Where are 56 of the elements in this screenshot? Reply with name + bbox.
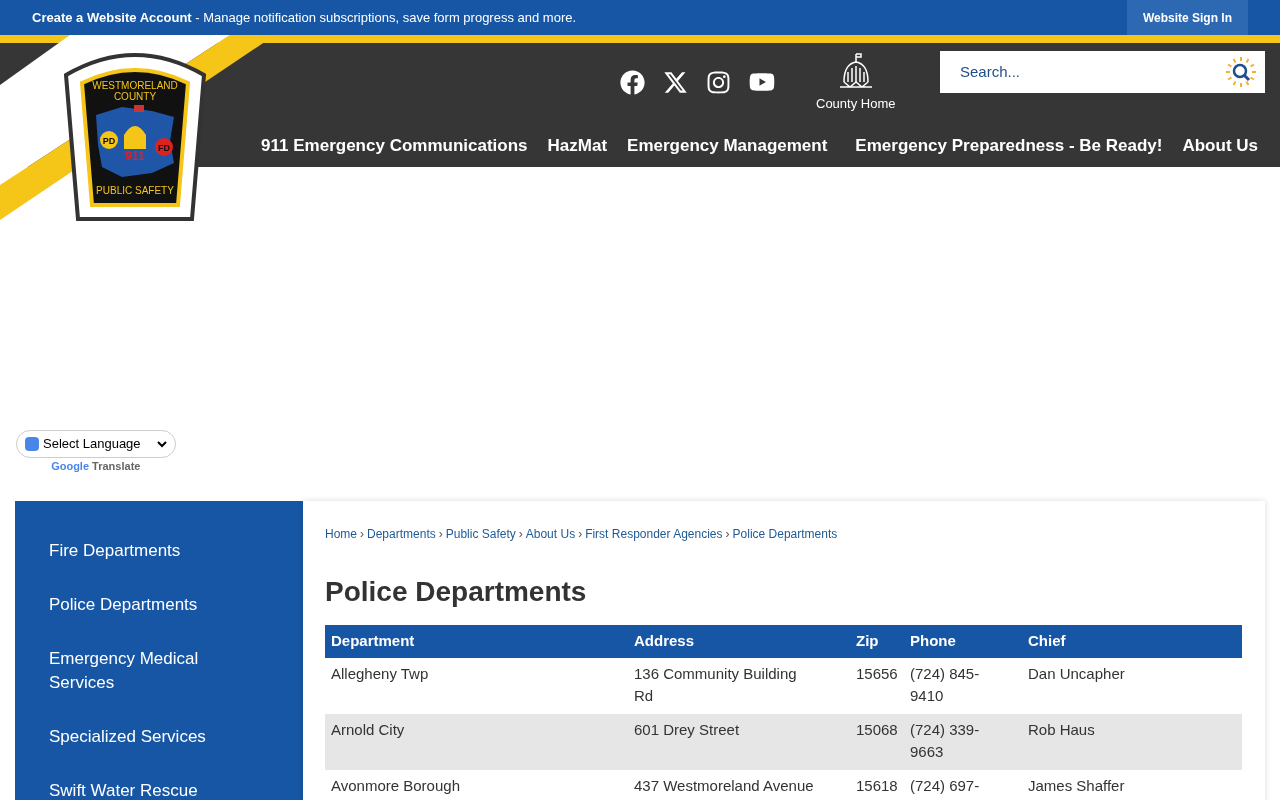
table-cell-text: 15618 bbox=[855, 776, 899, 796]
breadcrumb-link[interactable]: Home bbox=[325, 525, 357, 543]
sidebar-item[interactable]: Emergency Medical Services bbox=[49, 647, 249, 695]
nav-link[interactable]: Emergency Management bbox=[627, 133, 828, 159]
facebook-icon[interactable] bbox=[620, 69, 645, 95]
breadcrumb-link[interactable]: Departments bbox=[367, 525, 436, 543]
breadcrumb-separator: › bbox=[360, 526, 364, 543]
breadcrumb-link[interactable]: Public Safety bbox=[445, 525, 516, 543]
nav-link[interactable]: 911 Emergency Communications bbox=[261, 133, 528, 159]
search-field[interactable]: Search... bbox=[960, 60, 1225, 84]
sidebar-item[interactable]: Swift Water Rescue bbox=[49, 779, 249, 800]
table-cell-text: (724) 845- 9410 bbox=[909, 664, 981, 706]
table-cell-text: Arnold City bbox=[330, 720, 406, 740]
breadcrumb-separator: › bbox=[725, 526, 730, 543]
page-title: Police Departments bbox=[325, 575, 588, 609]
language-select[interactable]: Select Language bbox=[16, 430, 176, 458]
breadcrumb-separator: › bbox=[578, 526, 583, 543]
column-header: Address bbox=[633, 631, 696, 652]
account-message[interactable]: Create a Website Account - Manage notification subscriptions, save form progress and more. bbox=[32, 7, 577, 28]
table-cell-text: Dan Uncapher bbox=[1027, 664, 1126, 684]
capitol-dome-icon[interactable] bbox=[837, 52, 874, 90]
sidebar-item[interactable]: Fire Departments bbox=[49, 539, 249, 563]
table-cell-text: 437 Westmoreland Avenue bbox=[633, 776, 815, 796]
x-icon[interactable] bbox=[663, 69, 688, 95]
column-header: Chief bbox=[1027, 631, 1067, 652]
powered-by-text: Google Translate bbox=[51, 459, 141, 474]
table-cell-text: (724) 339- 9663 bbox=[909, 720, 981, 762]
column-header: Phone bbox=[909, 631, 957, 652]
sidebar-item[interactable]: Specialized Services bbox=[49, 725, 249, 749]
county-home-link[interactable]: County Home bbox=[816, 94, 896, 114]
sidebar-item[interactable]: Police Departments bbox=[49, 593, 249, 617]
nav-link[interactable]: About Us bbox=[1182, 133, 1258, 159]
nav-link[interactable]: Emergency Preparedness - Be Ready! bbox=[855, 133, 1163, 159]
breadcrumb-separator: › bbox=[518, 526, 523, 543]
breadcrumb-link[interactable]: First Responder Agencies bbox=[585, 525, 723, 543]
column-header: Zip bbox=[855, 631, 880, 652]
sign-in-button[interactable]: Website Sign In bbox=[1126, 0, 1248, 35]
table-cell-text: 601 Drey Street bbox=[633, 720, 741, 740]
table-cell-text: 15068 bbox=[855, 720, 899, 740]
table-cell-text: Allegheny Twp bbox=[330, 664, 430, 684]
table-cell-text: James Shaffer bbox=[1027, 776, 1126, 796]
column-header: Department bbox=[330, 631, 416, 652]
table-cell-text: (724) 697- bbox=[909, 776, 981, 796]
table-cell-text: Rob Haus bbox=[1027, 720, 1096, 740]
search-icon[interactable] bbox=[1225, 56, 1257, 88]
chevron-down-icon bbox=[156, 440, 167, 448]
table-cell-text: Avonmore Borough bbox=[330, 776, 461, 796]
search-bar[interactable]: Search... bbox=[940, 51, 1265, 93]
breadcrumb-separator: › bbox=[438, 526, 443, 543]
breadcrumb-link[interactable]: Police Departments bbox=[732, 525, 838, 543]
table-cell-text: 136 Community Building Rd bbox=[633, 664, 798, 706]
breadcrumb-link[interactable]: About Us bbox=[525, 525, 576, 543]
instagram-icon[interactable] bbox=[706, 69, 731, 95]
language-label: Select Language bbox=[43, 435, 141, 454]
table-cell-text: 15656 bbox=[855, 664, 899, 684]
nav-link[interactable]: HazMat bbox=[547, 133, 608, 159]
